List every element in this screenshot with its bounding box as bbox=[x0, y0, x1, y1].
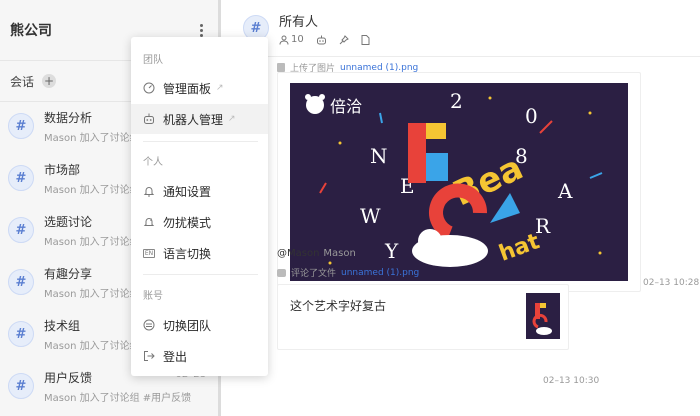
menu-item-switch-team[interactable]: 切换团队 bbox=[131, 310, 268, 340]
commented-file-link[interactable]: unnamed (1).png bbox=[341, 268, 419, 278]
hash-icon: # bbox=[8, 373, 34, 399]
svg-text:0: 0 bbox=[525, 104, 538, 128]
comment-action: 评论了文件 bbox=[291, 269, 337, 279]
logout-icon bbox=[143, 350, 155, 362]
menu-item-label: 语言切换 bbox=[163, 246, 212, 261]
svg-text:A: A bbox=[557, 179, 573, 203]
menu-item-label: 通知设置 bbox=[163, 184, 212, 199]
member-count: 10 bbox=[291, 34, 304, 45]
menu-divider bbox=[143, 274, 258, 275]
menu-item-bot-management[interactable]: 机器人管理 ↗ bbox=[131, 104, 268, 134]
bot-icon bbox=[143, 113, 155, 125]
hash-icon: # bbox=[8, 321, 34, 347]
language-icon: EN bbox=[142, 248, 156, 258]
add-conversation-icon[interactable]: + bbox=[42, 74, 57, 88]
image-attachment[interactable]: 倍洽 208 NEW YRA Bea hat bbox=[277, 72, 641, 292]
menu-item-do-not-disturb[interactable]: z 勿扰模式 bbox=[131, 207, 268, 237]
conversation-name: 选题讨论 bbox=[44, 214, 93, 229]
author-handle[interactable]: @Mason bbox=[277, 248, 319, 259]
members-button[interactable]: 10 bbox=[279, 34, 304, 45]
menu-item-logout[interactable]: 登出 bbox=[131, 341, 268, 371]
pin-icon[interactable] bbox=[339, 34, 349, 45]
hash-icon: # bbox=[8, 269, 34, 295]
author-name: Mason bbox=[323, 248, 356, 259]
external-link-icon: ↗ bbox=[228, 114, 236, 124]
muted-bell-icon: z bbox=[143, 216, 155, 228]
comment-icon bbox=[277, 268, 286, 277]
channel-title: 所有人 bbox=[279, 15, 319, 30]
app-window: 熊公司 会话 + # 数据分析 Mason 加入了讨论组 # 市场部 Mason… bbox=[0, 0, 700, 416]
menu-item-label: 登出 bbox=[163, 349, 188, 364]
section-personal-label: 个人 bbox=[143, 157, 163, 168]
gauge-icon bbox=[143, 82, 155, 94]
bell-icon bbox=[143, 185, 155, 197]
channel-header: # 所有人 10 bbox=[221, 0, 700, 57]
person-icon bbox=[279, 35, 289, 45]
conversations-label: 会话 bbox=[10, 74, 35, 89]
more-vertical-icon[interactable] bbox=[200, 23, 204, 37]
hash-icon: # bbox=[8, 113, 34, 139]
menu-item-label: 机器人管理 bbox=[163, 112, 224, 127]
message-author: @Mason Mason bbox=[277, 248, 356, 259]
team-dropdown-menu: 团队 管理面板 ↗ 机器人管理 ↗ 个人 通知设置 z 勿扰模式 EN 语言切换… bbox=[131, 37, 268, 376]
section-team-label: 团队 bbox=[143, 55, 163, 66]
poster-brand: 倍洽 bbox=[330, 97, 362, 116]
file-icon[interactable] bbox=[361, 34, 370, 45]
section-account-label: 账号 bbox=[143, 291, 163, 302]
file-thumbnail[interactable] bbox=[526, 293, 560, 339]
conversation-name: 用户反馈 bbox=[44, 370, 93, 385]
menu-item-notification-settings[interactable]: 通知设置 bbox=[131, 176, 268, 206]
hash-icon: # bbox=[8, 165, 34, 191]
menu-item-admin-panel[interactable]: 管理面板 ↗ bbox=[131, 73, 268, 103]
uploaded-file-link[interactable]: unnamed (1).png bbox=[340, 63, 418, 73]
hash-icon: # bbox=[8, 217, 34, 243]
conversation-name: 有趣分享 bbox=[44, 266, 93, 281]
conversation-name: 技术组 bbox=[44, 318, 81, 333]
team-name: 熊公司 bbox=[10, 23, 52, 39]
svg-text:N: N bbox=[370, 144, 388, 168]
svg-text:z: z bbox=[150, 217, 152, 222]
image-timestamp: 02–13 10:28 bbox=[643, 278, 700, 288]
conversation-name: 市场部 bbox=[44, 162, 81, 177]
menu-item-label: 管理面板 bbox=[163, 81, 212, 96]
comment-timestamp: 02–13 10:30 bbox=[543, 376, 600, 386]
svg-text:W: W bbox=[360, 204, 381, 228]
svg-text:R: R bbox=[535, 214, 551, 238]
switch-icon bbox=[143, 319, 155, 331]
menu-item-label: 切换团队 bbox=[163, 318, 212, 333]
file-icon bbox=[277, 63, 285, 72]
menu-divider bbox=[143, 141, 258, 142]
svg-text:Y: Y bbox=[384, 239, 399, 263]
svg-text:2: 2 bbox=[450, 89, 463, 113]
conversation-preview: Mason 加入了讨论组 #用户反馈 bbox=[44, 392, 192, 404]
menu-item-language[interactable]: EN 语言切换 bbox=[131, 238, 268, 268]
comment-card[interactable]: 这个艺术字好复古 bbox=[277, 284, 569, 350]
channel-pane: # 所有人 10 上传了图片 unnamed (1).png 倍洽 2 0 8 … bbox=[221, 0, 700, 416]
external-link-icon: ↗ bbox=[216, 83, 224, 93]
comment-notice: 评论了文件 unnamed (1).png bbox=[277, 266, 419, 279]
bot-icon[interactable] bbox=[316, 35, 327, 45]
comment-text: 这个艺术字好复古 bbox=[290, 299, 387, 313]
menu-item-label: 勿扰模式 bbox=[163, 215, 212, 230]
conversation-name: 数据分析 bbox=[44, 110, 93, 125]
